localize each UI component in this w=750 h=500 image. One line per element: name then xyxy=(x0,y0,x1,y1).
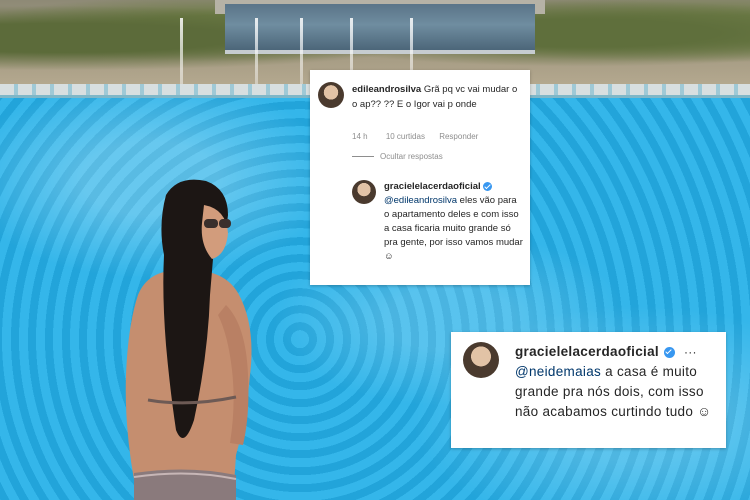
mention-link[interactable]: @neidemaias xyxy=(515,364,601,379)
parent-comment: edileandrosilva Grã pq vc vai mudar o o … xyxy=(352,82,524,112)
comment-time: 14 h xyxy=(352,132,368,141)
comment-meta: 14 h 10 curtidas Responder xyxy=(352,132,478,141)
more-options-icon[interactable]: ··· xyxy=(684,342,697,362)
verified-badge-icon xyxy=(663,346,675,358)
hide-replies-label: Ocultar respostas xyxy=(380,152,443,161)
verified-badge-icon xyxy=(483,181,493,191)
divider-line xyxy=(352,156,374,157)
hide-replies-toggle[interactable]: Ocultar respostas xyxy=(352,152,443,161)
mention-link[interactable]: @edileandrosilva xyxy=(384,195,457,206)
comment-thread-card: edileandrosilva Grã pq vc vai mudar o o … xyxy=(310,70,530,285)
comment-body: gracielelacerdaoficial ··· @neidemaias a… xyxy=(515,342,715,422)
commenter-username[interactable]: edileandrosilva xyxy=(352,84,421,95)
commenter-avatar[interactable] xyxy=(463,342,499,378)
woman-in-pool xyxy=(125,179,252,500)
reply-username[interactable]: gracielelacerdaoficial xyxy=(384,181,481,192)
fountain-wall xyxy=(225,4,535,54)
reply-link[interactable]: Responder xyxy=(439,132,478,141)
reply-avatar[interactable] xyxy=(352,180,376,204)
comment-card: gracielelacerdaoficial ··· @neidemaias a… xyxy=(451,332,726,448)
like-count[interactable]: 10 curtidas xyxy=(386,132,425,141)
commenter-avatar[interactable] xyxy=(318,82,344,108)
commenter-username[interactable]: gracielelacerdaoficial xyxy=(515,342,659,362)
reply-comment: gracielelacerdaoficial @edileandrosilva … xyxy=(384,180,524,264)
